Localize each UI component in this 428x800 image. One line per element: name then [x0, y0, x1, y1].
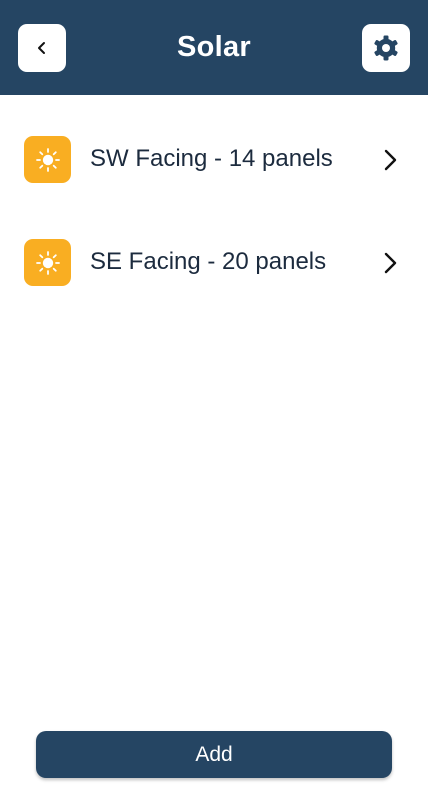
chevron-right-icon [384, 149, 397, 171]
list-item-sw-facing[interactable]: SW Facing - 14 panels [0, 112, 428, 215]
sun-icon [35, 147, 60, 172]
sun-icon-tile [24, 136, 71, 183]
back-button[interactable] [18, 24, 66, 72]
chevron-right-icon [384, 252, 397, 274]
list-item-se-facing[interactable]: SE Facing - 20 panels [0, 215, 428, 318]
chevron-left-icon [38, 42, 45, 54]
list-item-label: SE Facing - 20 panels [90, 248, 327, 275]
sun-icon-tile [24, 239, 71, 286]
solar-array-list: SW Facing - 14 panels SE Facing - 20 pan… [0, 95, 428, 318]
settings-button[interactable] [362, 24, 410, 72]
sun-icon [35, 250, 60, 275]
header-bar: Solar [0, 0, 428, 95]
list-item-label: SW Facing - 14 panels [90, 145, 333, 172]
gear-icon [374, 35, 398, 61]
add-button[interactable]: Add [36, 731, 392, 778]
app-screen: Solar SW Facing - 14 panels SE Facing - … [0, 0, 428, 800]
